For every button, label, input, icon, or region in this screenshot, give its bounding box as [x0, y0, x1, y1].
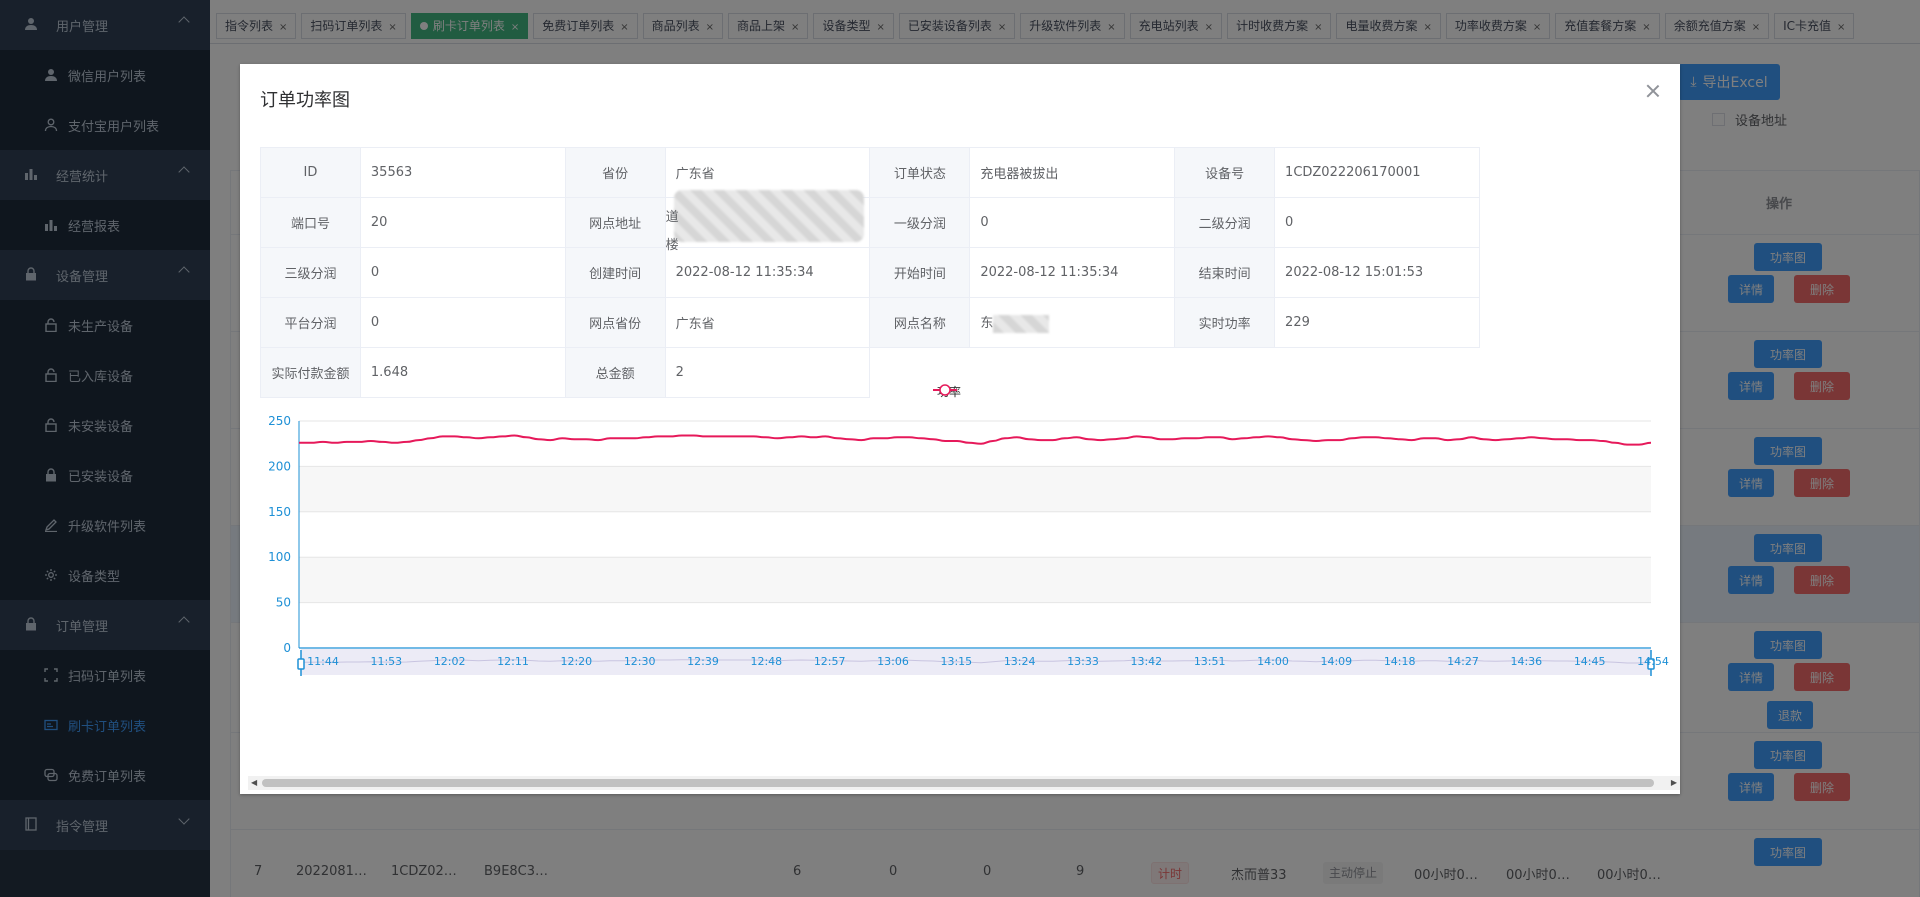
order-info-table: ID 35563 省份广东省 订单状态 充电器被拔出 设备号 1CDZ02220617000…	[260, 147, 1480, 398]
info-label: 网点名称	[869, 297, 971, 348]
x-tick-label: 14:45	[1574, 655, 1606, 668]
info-value: 2022-08-12 15:01:53	[1274, 247, 1480, 298]
info-label: 结束时间	[1174, 247, 1276, 298]
grid-band	[299, 602, 1651, 648]
info-value: 2022-08-12 11:35:34	[969, 247, 1176, 298]
info-row: ID 35563 省份 广东省 订单状态 充电器被拔出 设备号 1CDZ02220617000…	[260, 147, 1480, 198]
info-label: ID	[260, 147, 361, 198]
info-label: 二级分润	[1174, 197, 1276, 248]
y-tick-label: 100	[268, 550, 291, 564]
x-tick-label: 14:09	[1320, 655, 1352, 668]
info-value: 道楼	[664, 190, 871, 253]
chart-canvas: 0 50 100 150 200 250 11:44 11:53 12:02 12:11 12:20…	[268, 414, 1669, 676]
info-label: 开始时间	[869, 247, 971, 298]
y-tick-label: 200	[268, 459, 291, 473]
y-tick-label: 150	[268, 505, 291, 519]
scroll-right-icon[interactable]: ▶	[1671, 778, 1677, 787]
close-icon[interactable]	[1646, 84, 1660, 98]
power-chart-dialog: 订单功率图 ID 35563 省份广东省 订单状态 充电器被拔出 设备号 1CDZ02220…	[240, 64, 1680, 794]
y-tick-label: 250	[268, 414, 291, 428]
info-value: 东	[969, 297, 1176, 348]
info-label: 实时功率	[1174, 297, 1276, 348]
grid-band	[299, 511, 1651, 558]
app: 用户管理微信用户列表支付宝用户列表经营统计经营报表设备管理未生产设备已入库设备未…	[0, 0, 1920, 897]
x-tick-label: 13:06	[877, 655, 909, 668]
x-tick-label: 14:18	[1384, 655, 1416, 668]
info-label: 创建时间	[564, 247, 666, 298]
redacted-station-name	[993, 314, 1050, 333]
x-tick-label: 14:00	[1257, 655, 1289, 668]
station-partial-text: 东	[980, 316, 994, 332]
x-tick-label: 12:02	[434, 655, 466, 668]
info-value: 0	[969, 197, 1176, 248]
x-tick-label: 12:20	[560, 655, 592, 668]
info-label: 端口号	[260, 197, 361, 248]
datazoom-handle-icon	[297, 658, 305, 670]
redacted-address	[673, 190, 864, 242]
y-tick-label: 50	[276, 596, 291, 610]
info-label: 一级分润	[869, 197, 971, 248]
info-label: 三级分润	[260, 247, 361, 298]
info-value: 229	[1274, 297, 1480, 348]
grid-band	[299, 557, 1651, 603]
info-value: 0	[1274, 197, 1480, 248]
info-row: 三级分润 0 创建时间 2022-08-12 11:35:34 开始时间 2022-08-…	[260, 247, 1480, 298]
dialog-title: 订单功率图	[260, 90, 350, 111]
address-partial-text: 楼	[665, 238, 679, 253]
x-tick-label: 14:54	[1637, 655, 1669, 668]
x-tick-label: 13:15	[940, 655, 972, 668]
info-label: 设备号	[1174, 147, 1276, 198]
horizontal-scrollbar[interactable]: ◀ ▶	[248, 776, 1680, 790]
info-label: 网点省份	[564, 297, 666, 348]
x-tick-label: 13:33	[1067, 655, 1099, 668]
x-tick-label: 12:11	[497, 655, 529, 668]
scroll-left-icon[interactable]: ◀	[251, 778, 257, 787]
x-tick-label: 11:53	[370, 655, 402, 668]
info-row: 平台分润 0 网点省份 广东省 网点名称东 实时功率 229	[260, 297, 1480, 348]
info-row: 端口号 20 网点地址道楼一级分润 0 二级分润 0	[260, 190, 1480, 253]
grid-band	[299, 466, 1651, 512]
x-tick-label: 12:48	[750, 655, 782, 668]
x-tick-label: 12:39	[687, 655, 719, 668]
info-label: 网点地址	[564, 197, 666, 248]
scrollbar-thumb[interactable]	[262, 779, 1654, 787]
x-tick-label: 11:44	[307, 655, 339, 668]
power-chart: 功率 05010015020025011:4411:5312:0212:1112…	[240, 384, 1680, 744]
address-partial-text: 道	[665, 210, 679, 225]
info-label: 平台分润	[260, 297, 361, 348]
info-value: 充电器被拔出	[969, 147, 1176, 198]
info-value: 35563	[359, 147, 566, 198]
info-value: 广东省	[664, 297, 871, 348]
x-tick-label: 12:57	[814, 655, 846, 668]
x-tick-label: 14:27	[1447, 655, 1479, 668]
x-tick-label: 12:30	[624, 655, 656, 668]
x-tick-label: 14:36	[1510, 655, 1542, 668]
x-tick-label: 13:42	[1130, 655, 1162, 668]
x-tick-label: 13:24	[1004, 655, 1036, 668]
y-tick-label: 0	[283, 641, 291, 655]
info-value: 0	[359, 247, 566, 298]
info-label: 省份	[564, 147, 666, 198]
info-value: 1CDZ022206170001	[1274, 147, 1480, 198]
x-tick-label: 13:51	[1194, 655, 1226, 668]
info-value: 2022-08-12 11:35:34	[664, 247, 871, 298]
info-label: 订单状态	[869, 147, 971, 198]
info-value: 0	[359, 297, 566, 348]
info-value: 20	[359, 197, 566, 248]
